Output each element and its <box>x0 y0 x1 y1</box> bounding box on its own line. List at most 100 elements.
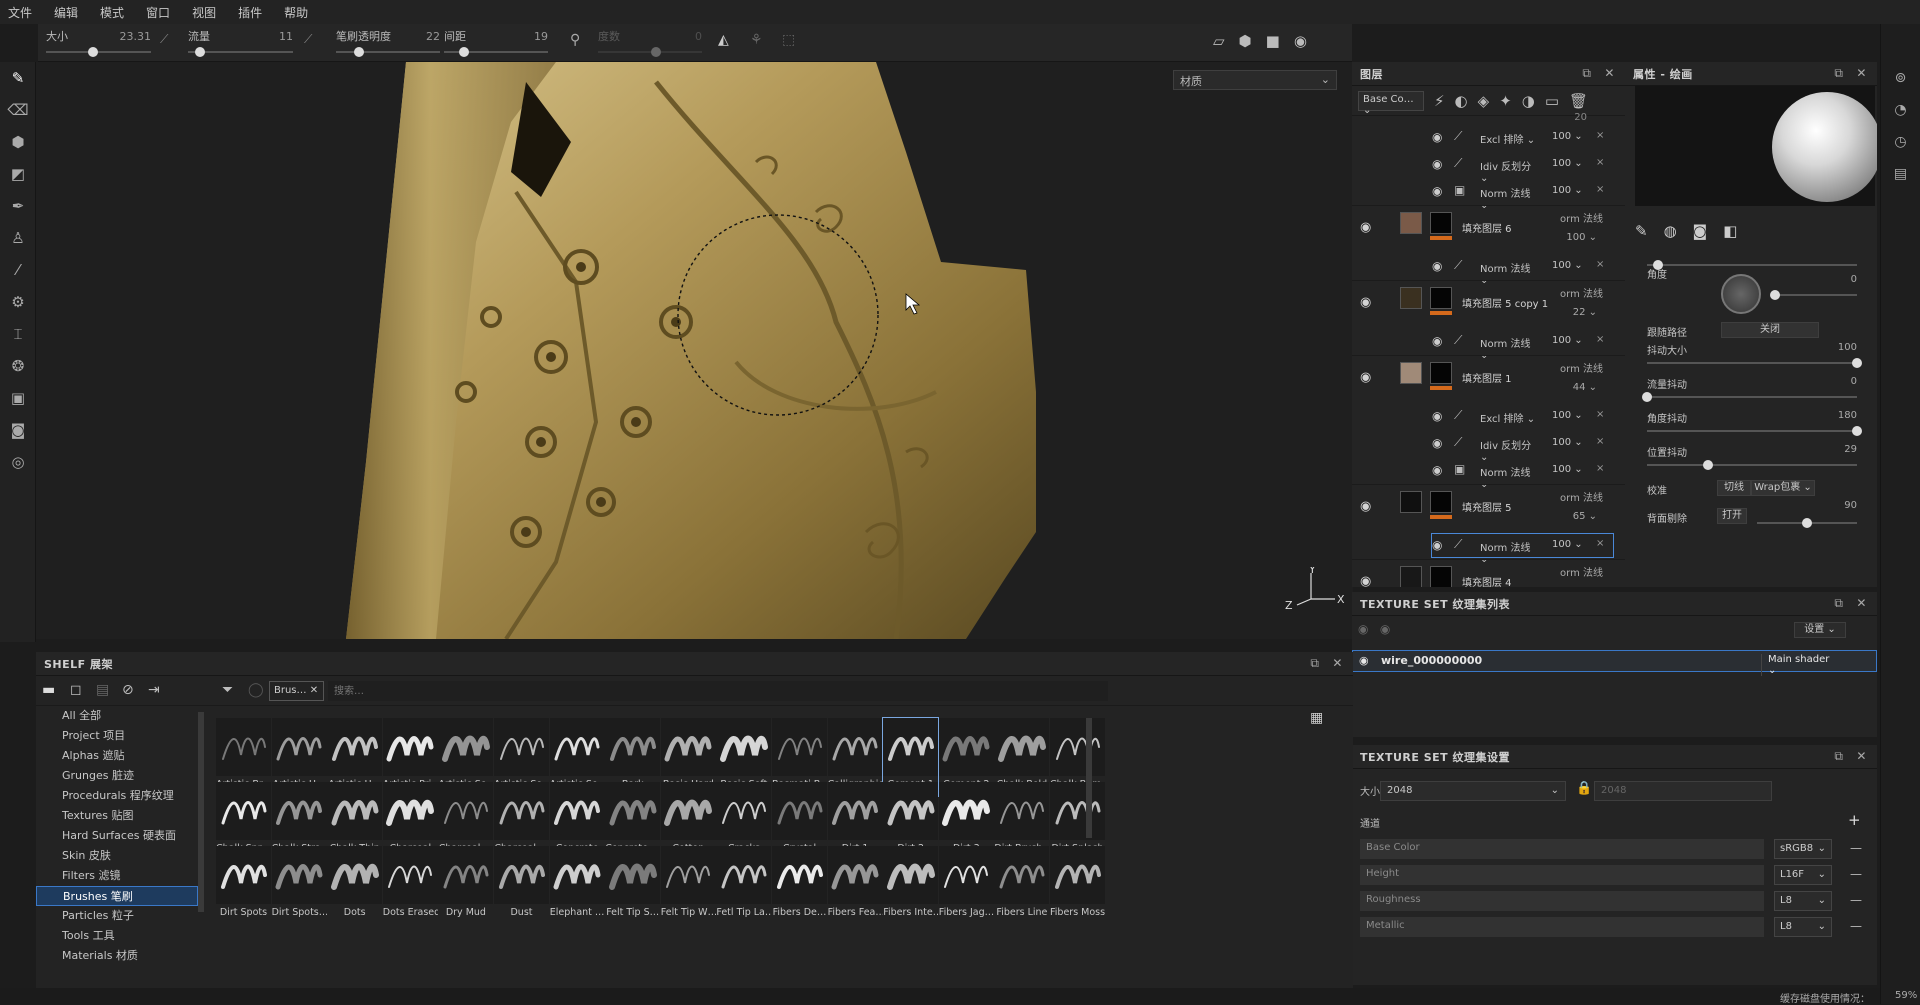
eraser-tool-icon[interactable]: ⌫ <box>0 94 36 126</box>
menu-item[interactable]: 文件 <box>8 4 32 21</box>
measure-tool-icon[interactable]: ⌶ <box>0 318 36 350</box>
material-tab-icon[interactable]: ◧ <box>1723 222 1737 246</box>
grid-scrollbar[interactable] <box>1086 718 1092 838</box>
blend-mode-select[interactable]: orm 法线 <box>1560 210 1603 225</box>
shelf-category[interactable]: All 全部 <box>36 706 198 726</box>
eye-icon[interactable]: ◉ <box>1432 334 1442 348</box>
layer-effect-row[interactable]: ◉ ▣ Norm 法线 ⌄ 100 ⌄ × <box>1352 457 1625 490</box>
menu-item[interactable]: 插件 <box>238 4 262 21</box>
opacity-value[interactable]: 100 ⌄ <box>1552 410 1583 421</box>
fill-layer-row[interactable]: ◉ 填充图层 6 orm 法线 100 ⌄ <box>1352 205 1625 253</box>
opacity-value[interactable]: 100 ⌄ <box>1552 260 1583 271</box>
mask-thumbnail[interactable] <box>1430 491 1452 513</box>
brush-tile[interactable]: Fibers Inte… <box>883 846 939 924</box>
eye-icon[interactable]: ◉ <box>1359 654 1369 667</box>
eye-icon[interactable]: ◉ <box>1360 220 1371 235</box>
close-icon[interactable]: × <box>1596 184 1604 195</box>
opacity-value[interactable]: 100 ⌄ <box>1552 539 1583 550</box>
material-mode-select[interactable]: 材质 ⌄ <box>1173 70 1337 90</box>
import-icon[interactable]: ⇥ <box>148 682 160 698</box>
opacity-value[interactable]: 65 ⌄ <box>1573 511 1597 522</box>
folder-icon[interactable]: ▬ <box>42 682 55 698</box>
pen-pressure-icon[interactable]: ⟋ <box>160 32 172 66</box>
channel-format-select[interactable]: L16F ⌄ <box>1774 865 1832 885</box>
close-icon[interactable]: × <box>1596 436 1604 447</box>
add-paint-layer-icon[interactable]: ✦ <box>1499 92 1512 110</box>
hide-icon[interactable]: ⊘ <box>122 682 134 698</box>
brush-tile[interactable]: Felt Tip W… <box>660 846 716 924</box>
stencil-tab-icon[interactable]: ◙ <box>1693 222 1708 246</box>
brush-tile[interactable]: Dirt Spots… <box>271 846 327 924</box>
mask-thumbnail[interactable] <box>1430 212 1452 234</box>
size-value[interactable]: 23.31 <box>120 30 152 43</box>
channel-format-select[interactable]: sRGB8 ⌄ <box>1774 839 1832 859</box>
shelf-category[interactable]: Skin 皮肤 <box>36 846 198 866</box>
add-fill-layer-icon[interactable]: ◈ <box>1478 92 1490 110</box>
filter-tag[interactable]: Brus… ✕ <box>269 681 324 701</box>
color-picker-tool-icon[interactable]: ⁄ <box>0 254 36 286</box>
2d-view-icon[interactable]: ▱ <box>1213 32 1225 62</box>
polygon-fill-tool-icon[interactable]: ◩ <box>0 158 36 190</box>
eye-icon[interactable]: ◉ <box>1432 436 1442 450</box>
resolution-select[interactable]: 2048 ⌄ <box>1380 781 1566 801</box>
size-slider[interactable]: 大小 23.31 <box>46 26 151 60</box>
mask-thumbnail[interactable] <box>1430 566 1452 587</box>
paint-brush-tool-icon[interactable]: ✎ <box>0 62 36 94</box>
layer-effect-row[interactable]: ◉ ▣ Norm 法线 ⌄ 100 ⌄ × <box>1352 178 1625 211</box>
panel-controls[interactable]: ⧉ ✕ <box>1834 66 1867 81</box>
alignment-tangent-button[interactable]: 切线 <box>1717 480 1751 496</box>
close-icon[interactable]: × <box>1596 538 1604 549</box>
panel-controls[interactable]: ⧉ ✕ <box>1834 749 1867 764</box>
size-jitter-slider[interactable]: 抖动大小 100 <box>1647 342 1862 368</box>
database-icon[interactable]: ▤ <box>96 682 109 698</box>
blend-mode-select[interactable]: Excl 排除 ⌄ <box>1480 131 1542 146</box>
photoshop-export-icon[interactable]: ▣ <box>0 382 36 414</box>
texture-set-item[interactable]: ◉ wire_000000000 Main shader ⌄ <box>1352 650 1877 676</box>
menu-item[interactable]: 窗口 <box>146 4 170 21</box>
shader-select[interactable]: Main shader ⌄ <box>1761 654 1837 676</box>
opacity-value[interactable]: 100 ⌄ <box>1566 586 1597 587</box>
opacity-value[interactable]: 100 ⌄ <box>1566 232 1597 243</box>
panel-controls[interactable]: ⧉ ✕ <box>1582 66 1615 81</box>
flow-jitter-slider[interactable]: 流量抖动 0 <box>1642 376 1857 402</box>
shelf-category[interactable]: Textures 贴图 <box>36 806 198 826</box>
eye-icon[interactable]: ◉ <box>1432 130 1442 144</box>
add-channel-icon[interactable]: + <box>1848 811 1861 829</box>
panel-controls[interactable]: ⧉ ✕ <box>1834 596 1867 611</box>
opacity-value[interactable]: 100 ⌄ <box>1552 335 1583 346</box>
shelf-category[interactable]: Grunges 脏迹 <box>36 766 198 786</box>
delete-layer-icon[interactable]: 🗑 <box>1569 92 1588 110</box>
shelf-category[interactable]: Alphas 遮贴 <box>36 746 198 766</box>
brush-tile[interactable]: Fibers Line <box>994 846 1050 924</box>
position-jitter-value[interactable]: 29 <box>1844 444 1857 455</box>
opacity-value[interactable]: 100 ⌄ <box>1552 464 1583 475</box>
close-icon[interactable]: × <box>1596 334 1604 345</box>
eye-icon[interactable]: ◉ <box>1432 409 1442 423</box>
angle-dial[interactable] <box>1721 274 1761 314</box>
eye-icon[interactable]: ◉ <box>1432 259 1442 273</box>
opacity-value[interactable]: 100 ⌄ <box>1552 437 1583 448</box>
eye-icon[interactable]: ◉ <box>1360 295 1371 310</box>
remove-channel-icon[interactable]: — <box>1850 919 1862 933</box>
opacity-value[interactable]: 22 ⌄ <box>1573 307 1597 318</box>
eye-icon[interactable]: ◉ <box>1432 463 1442 477</box>
menu-item[interactable]: 帮助 <box>284 4 308 21</box>
eye-icon[interactable]: ◉ <box>1432 157 1442 171</box>
channel-format-select[interactable]: L8 ⌄ <box>1774 891 1832 911</box>
add-folder-icon[interactable]: ▭ <box>1545 92 1559 110</box>
flow-jitter-value[interactable]: 0 <box>1851 376 1857 387</box>
brush-tile[interactable]: Dirt Spots <box>216 846 271 924</box>
blend-mode-select[interactable]: orm 法线 <box>1560 360 1603 375</box>
remove-channel-icon[interactable]: — <box>1850 841 1862 855</box>
history-icon[interactable]: ◷ <box>1881 126 1920 158</box>
layer-effect-row[interactable]: ◉ ⟋ Norm 法线 ⌄ 100 ⌄ × <box>1352 328 1625 361</box>
layer-effect-row[interactable]: ◉ ⟋ Excl 排除 ⌄ 100 ⌄ × <box>1352 403 1625 430</box>
brush-tile[interactable]: Felt Tip S… <box>605 846 661 924</box>
fill-layer-row[interactable]: ◉ 填充图层 4 orm 法线 100 ⌄ <box>1352 559 1625 587</box>
spacing-value[interactable]: 19 <box>534 30 548 43</box>
backface-angle-value[interactable]: 90 <box>1844 500 1857 511</box>
smudge-tool-icon[interactable]: ✒ <box>0 190 36 222</box>
angle-jitter-slider[interactable]: 角度抖动 180 <box>1647 410 1862 436</box>
visibility-toggle-icons[interactable]: ◉ ◉ <box>1358 622 1390 636</box>
screenshot-icon[interactable]: ◉ <box>1294 32 1307 62</box>
